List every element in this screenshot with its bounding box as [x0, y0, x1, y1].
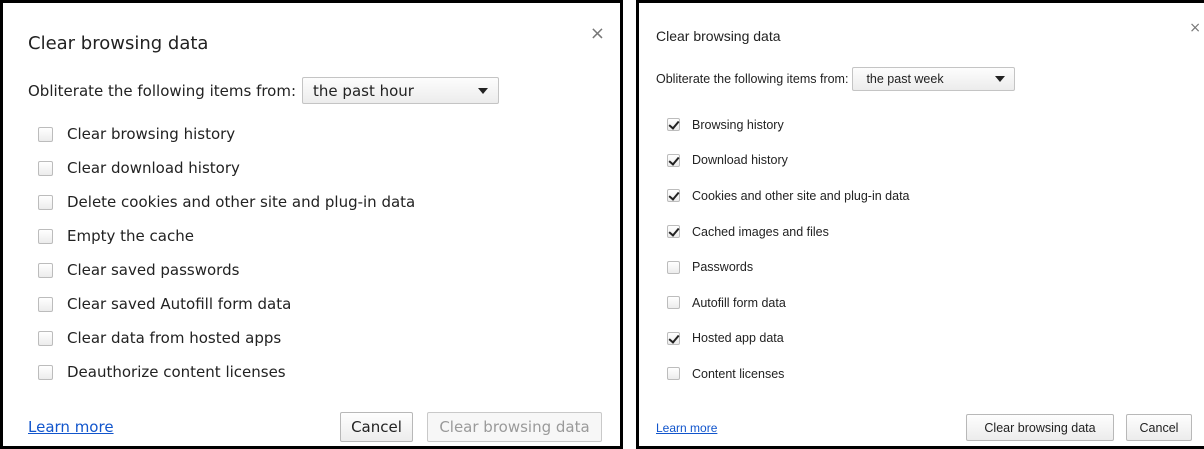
time-range-label: Obliterate the following items from:	[656, 72, 849, 86]
time-range-value: the past hour	[313, 81, 414, 100]
data-type-list: Browsing history Download history Cookies …	[667, 107, 910, 392]
checkbox[interactable]	[667, 189, 680, 203]
checkbox-label: Empty the cache	[67, 227, 194, 245]
chevron-down-icon	[995, 76, 1006, 82]
checkbox-label: Browsing history	[692, 117, 784, 132]
checkbox[interactable]	[38, 262, 53, 278]
checkbox-label: Clear browsing history	[67, 125, 236, 143]
checkbox-row[interactable]: Empty the cache	[38, 219, 415, 253]
checkbox-row[interactable]: Cached images and files	[667, 214, 910, 250]
checkbox-label: Clear saved Autofill form data	[67, 295, 292, 313]
checkbox[interactable]	[667, 225, 680, 239]
time-range-row: Obliterate the following items from: the…	[656, 67, 1016, 91]
time-range-label: Obliterate the following items from:	[28, 81, 297, 100]
checkbox[interactable]	[667, 296, 680, 310]
checkbox-label: Clear saved passwords	[67, 261, 240, 279]
clear-browsing-dialog-right: Clear browsing data × Obliterate the fol…	[636, 0, 1204, 449]
checkbox-row[interactable]: Browsing history	[667, 107, 910, 143]
checkbox[interactable]	[667, 260, 680, 274]
checkbox-label: Content licenses	[692, 366, 785, 381]
checkbox[interactable]	[38, 160, 53, 176]
close-icon[interactable]: ×	[1189, 21, 1201, 35]
chevron-down-icon	[478, 87, 489, 94]
time-range-row: Obliterate the following items from: the…	[28, 77, 500, 104]
checkbox[interactable]	[667, 118, 680, 132]
checkbox-row[interactable]: Deauthorize content licenses	[38, 355, 415, 389]
checkbox-label: Autofill form data	[692, 295, 786, 310]
check-icon	[668, 189, 680, 202]
checkbox-row[interactable]: Content licenses	[667, 356, 910, 392]
clear-browsing-data-button[interactable]: Clear browsing data	[427, 412, 602, 442]
check-icon	[668, 332, 680, 344]
checkbox-label: Clear data from hosted apps	[67, 329, 282, 347]
checkbox-label: Cached images and files	[692, 224, 829, 239]
cancel-button[interactable]: Cancel	[1126, 414, 1192, 441]
checkbox-row[interactable]: Download history	[667, 143, 910, 179]
learn-more-link[interactable]: Learn more	[28, 418, 114, 436]
clear-browsing-dialog-left: Clear browsing data × Obliterate the fol…	[0, 0, 623, 449]
checkbox[interactable]	[667, 153, 680, 167]
checkbox[interactable]	[38, 126, 53, 142]
checkbox[interactable]	[38, 194, 53, 210]
time-range-value: the past week	[866, 72, 944, 86]
checkbox[interactable]	[667, 331, 680, 345]
checkbox-row[interactable]: Delete cookies and other site and plug-i…	[38, 185, 415, 219]
learn-more-link[interactable]: Learn more	[656, 421, 717, 435]
checkbox-label: Clear download history	[67, 159, 240, 177]
check-icon	[668, 118, 680, 131]
checkbox-row[interactable]: Clear browsing history	[38, 117, 415, 151]
checkbox-label: Passwords	[692, 260, 754, 275]
checkbox[interactable]	[38, 364, 53, 380]
time-range-select[interactable]: the past hour	[302, 77, 500, 104]
check-icon	[668, 225, 680, 237]
data-type-list: Clear browsing history Clear download his…	[38, 117, 415, 389]
checkbox-label: Hosted app data	[692, 331, 784, 346]
checkbox-label: Delete cookies and other site and plug-i…	[67, 193, 416, 211]
checkbox[interactable]	[667, 367, 680, 381]
clear-browsing-data-button[interactable]: Clear browsing data	[966, 414, 1114, 441]
checkbox-row[interactable]: Hosted app data	[667, 321, 910, 357]
close-icon[interactable]: ×	[590, 25, 605, 43]
checkbox[interactable]	[38, 296, 53, 312]
checkbox-row[interactable]: Clear saved Autofill form data	[38, 287, 415, 321]
checkbox-row[interactable]: Autofill form data	[667, 285, 910, 321]
dialog-title: Clear browsing data	[28, 33, 209, 54]
checkbox-label: Deauthorize content licenses	[67, 363, 286, 381]
checkbox-row[interactable]: Clear saved passwords	[38, 253, 415, 287]
checkbox[interactable]	[38, 330, 53, 346]
checkbox-row[interactable]: Clear download history	[38, 151, 415, 185]
checkbox-row[interactable]: Passwords	[667, 249, 910, 285]
check-icon	[668, 154, 680, 166]
checkbox[interactable]	[38, 228, 53, 244]
checkbox-label: Download history	[692, 153, 788, 168]
checkbox-row[interactable]: Cookies and other site and plug-in data	[667, 178, 910, 214]
checkbox-row[interactable]: Clear data from hosted apps	[38, 321, 415, 355]
cancel-button[interactable]: Cancel	[340, 412, 413, 442]
checkbox-label: Cookies and other site and plug-in data	[692, 188, 910, 203]
dialog-title: Clear browsing data	[656, 28, 781, 44]
time-range-select[interactable]: the past week	[852, 67, 1016, 91]
